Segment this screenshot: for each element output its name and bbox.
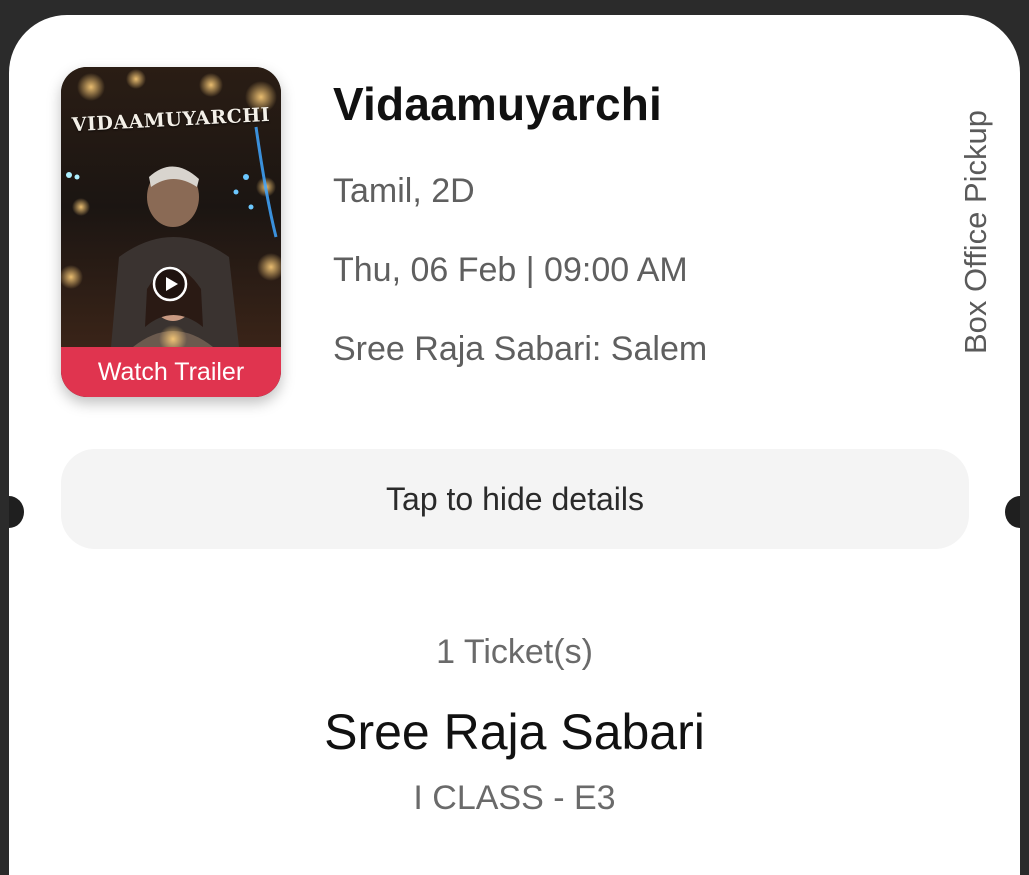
theatre-name: Sree Raja Sabari — [324, 704, 705, 760]
ticket-card: VIDAAMUYARCHI Watch Trailer Vidaamuyarch… — [9, 15, 1020, 875]
movie-poster[interactable]: VIDAAMUYARCHI Watch Trailer — [61, 67, 281, 397]
language-format: Tamil, 2D — [333, 172, 475, 210]
ticket-count: 1 Ticket(s) — [436, 633, 593, 671]
venue-location: Sree Raja Sabari: Salem — [333, 330, 708, 368]
pickup-label-text: Box Office Pickup — [958, 109, 993, 355]
pickup-label: Box Office Pickup — [936, 95, 1016, 370]
hide-details-button[interactable]: Tap to hide details — [61, 449, 969, 549]
movie-title: Vidaamuyarchi — [333, 78, 663, 130]
watch-trailer-button[interactable]: Watch Trailer — [61, 347, 281, 397]
seat-info: I CLASS - E3 — [413, 779, 616, 817]
play-icon[interactable] — [152, 266, 188, 302]
ticket-notch-right — [1005, 496, 1020, 528]
ticket-notch-left — [9, 496, 24, 528]
show-datetime: Thu, 06 Feb | 09:00 AM — [333, 251, 688, 289]
